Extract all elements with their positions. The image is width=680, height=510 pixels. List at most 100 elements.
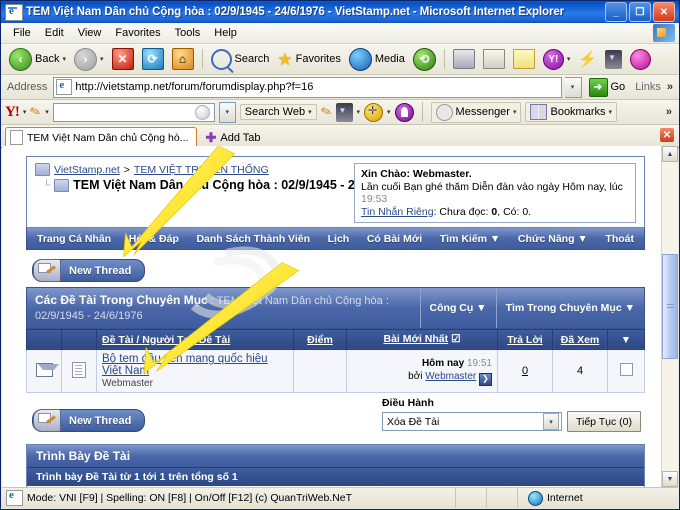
- private-message-link[interactable]: Tin Nhắn Riêng: [361, 206, 434, 218]
- nav-item-faq[interactable]: Hỏi & Đáp: [129, 233, 179, 245]
- messenger-face-icon: [435, 103, 453, 121]
- goto-last-post-icon[interactable]: ❯: [479, 372, 492, 386]
- search-section-button[interactable]: Tìm Trong Chuyên Mục ▼: [495, 288, 644, 328]
- refresh-button[interactable]: ⟳: [138, 46, 168, 72]
- close-tab-icon[interactable]: ✕: [660, 128, 674, 142]
- menu-item-favorites[interactable]: Favorites: [108, 25, 167, 41]
- minimize-button[interactable]: _: [605, 2, 627, 22]
- lastpost-author-link[interactable]: Webmaster: [425, 371, 476, 382]
- window-tile-icon[interactable]: [335, 102, 353, 122]
- th-replies[interactable]: Trả Lời: [497, 328, 553, 351]
- address-input[interactable]: http://vietstamp.net/forum/forumdisplay.…: [53, 76, 562, 98]
- nav-item-calendar[interactable]: Lịch: [328, 233, 350, 245]
- nav-item-logout[interactable]: Thoát: [605, 233, 634, 245]
- print-button[interactable]: [449, 47, 479, 71]
- nav-item-memberlist[interactable]: Danh Sách Thành Viên: [196, 233, 310, 245]
- smiley-button[interactable]: [626, 47, 655, 72]
- th-title[interactable]: Đề Tài / Người Tạo Đề Tài: [96, 328, 294, 351]
- forward-button[interactable]: › ▾: [70, 46, 108, 73]
- scroll-track[interactable]: [662, 162, 678, 471]
- menu-item-tools[interactable]: Tools: [168, 25, 208, 41]
- search-button[interactable]: Search: [207, 47, 274, 72]
- menu-item-file[interactable]: File: [6, 25, 38, 41]
- links-label[interactable]: Links: [632, 81, 664, 93]
- msn-button[interactable]: [601, 48, 626, 71]
- lastpost-time: 19:51: [466, 357, 492, 369]
- search-web-button[interactable]: Search Web ▾: [239, 104, 317, 120]
- th-select-all[interactable]: ▼: [607, 328, 645, 351]
- vertical-scrollbar[interactable]: ▲ ▼: [661, 146, 678, 487]
- nav-item-newposts[interactable]: Có Bài Mới: [367, 233, 422, 245]
- thread-title-link[interactable]: Bộ tem đầu tiên mang quốc hiệu Việt Nam: [102, 353, 288, 377]
- notes-button[interactable]: [509, 47, 539, 71]
- greeting-lastvisit-text: Lần cuối Bạn ghé thăm Diễn đàn vào ngày …: [361, 181, 623, 193]
- menu-item-help[interactable]: Help: [207, 25, 244, 41]
- table-row: Bộ tem đầu tiên mang quốc hiệu Việt Nam …: [26, 349, 645, 394]
- stop-button[interactable]: ✕: [108, 46, 138, 72]
- menu-item-view[interactable]: View: [71, 25, 109, 41]
- anti-spy-icon[interactable]: [364, 102, 384, 122]
- yahoo-logo-chevron-down-icon[interactable]: ▾: [23, 108, 27, 116]
- toolbar-overflow-icon[interactable]: »: [667, 81, 676, 93]
- new-thread-button-bottom[interactable]: New Thread: [32, 409, 146, 433]
- back-button[interactable]: ‹ Back ▾: [5, 46, 70, 73]
- go-button[interactable]: ➔ Go: [585, 77, 630, 97]
- go-label: Go: [610, 81, 626, 93]
- row-checkbox[interactable]: [619, 363, 633, 377]
- popup-blocker-icon[interactable]: [394, 102, 414, 122]
- bookmarks-chevron-down-icon[interactable]: ▾: [609, 108, 613, 116]
- breadcrumb-root-link[interactable]: VietStamp.net: [54, 164, 120, 176]
- moderation-go-button[interactable]: Tiếp Tục (0): [566, 411, 641, 433]
- nav-item-profile[interactable]: Trang Cá Nhân: [37, 233, 111, 245]
- messenger-alert-button[interactable]: ⚡: [574, 48, 601, 70]
- add-tab-button[interactable]: ✚ Add Tab: [197, 128, 268, 147]
- th-views[interactable]: Đã Xem: [552, 328, 608, 351]
- forward-chevron-down-icon[interactable]: ▾: [100, 55, 104, 63]
- yahoo-logo-icon[interactable]: Y!: [5, 104, 20, 121]
- new-thread-button-top[interactable]: New Thread: [32, 259, 146, 282]
- replies-count[interactable]: 0: [522, 365, 528, 377]
- lastpost-date-line: Hôm nay 19:51: [352, 357, 492, 370]
- row-replies-cell: 0: [497, 349, 553, 394]
- history-button[interactable]: ⟲: [409, 46, 440, 73]
- pencil-icon[interactable]: ✎: [318, 103, 334, 122]
- scroll-thumb[interactable]: [662, 254, 678, 359]
- edit-button[interactable]: [479, 47, 509, 71]
- home-button[interactable]: ⌂: [168, 46, 198, 72]
- th-points[interactable]: Điểm: [293, 328, 347, 351]
- anti-spy-chevron-down-icon[interactable]: ▾: [387, 108, 391, 116]
- yahoo-search-dropdown[interactable]: ▾: [218, 101, 236, 123]
- scroll-down-button[interactable]: ▼: [662, 471, 678, 487]
- messenger-chevron-down-icon[interactable]: ▾: [513, 108, 517, 116]
- highlighter-icon[interactable]: ✎: [28, 103, 44, 122]
- nav-item-search[interactable]: Tìm Kiếm ▼: [440, 233, 501, 245]
- yahoo-chevron-down-icon[interactable]: ▾: [567, 55, 571, 63]
- nav-item-functions[interactable]: Chức Năng ▼: [518, 233, 588, 245]
- yahoo-toolbar-button[interactable]: Y! ▾: [539, 47, 575, 72]
- messenger-button[interactable]: Messenger ▾: [430, 101, 522, 123]
- tab-active[interactable]: TEM Việt Nam Dân chủ Cộng hò...: [5, 127, 198, 147]
- bookmarks-button[interactable]: Bookmarks ▾: [525, 102, 618, 122]
- highlighter-chevron-down-icon[interactable]: ▾: [45, 108, 49, 116]
- address-url-text: http://vietstamp.net/forum/forumdisplay.…: [75, 81, 314, 93]
- add-tab-label: Add Tab: [220, 131, 261, 144]
- tools-button[interactable]: Công Cụ ▼: [419, 288, 496, 328]
- yahoo-search-input[interactable]: [52, 102, 215, 122]
- close-button[interactable]: ✕: [653, 2, 675, 22]
- address-dropdown-button[interactable]: ▾: [564, 76, 582, 98]
- maximize-button[interactable]: ❐: [629, 2, 651, 22]
- search-web-chevron-down-icon[interactable]: ▾: [308, 108, 312, 116]
- media-button[interactable]: Media: [345, 46, 409, 73]
- moderation-select[interactable]: Xóa Đề Tài ▾: [381, 412, 562, 432]
- folder-current-icon: [54, 178, 70, 192]
- forum-header: VietStamp.net > TEM VIỆT TRUYỀN THỐNG └ …: [26, 156, 645, 228]
- breadcrumb-parent-link[interactable]: TEM VIỆT TRUYỀN THỐNG: [134, 164, 269, 176]
- th-last-post[interactable]: Bài Mới Nhất ☑: [346, 328, 498, 351]
- chevron-down-icon[interactable]: ▾: [62, 55, 66, 63]
- folder-icon: [35, 163, 50, 176]
- yahoo-overflow-icon[interactable]: »: [666, 106, 675, 118]
- scroll-up-button[interactable]: ▲: [662, 146, 678, 162]
- favorites-button[interactable]: ★ Favorites: [273, 49, 345, 70]
- menu-item-edit[interactable]: Edit: [38, 25, 71, 41]
- window-tile-chevron-down-icon[interactable]: ▾: [357, 108, 361, 116]
